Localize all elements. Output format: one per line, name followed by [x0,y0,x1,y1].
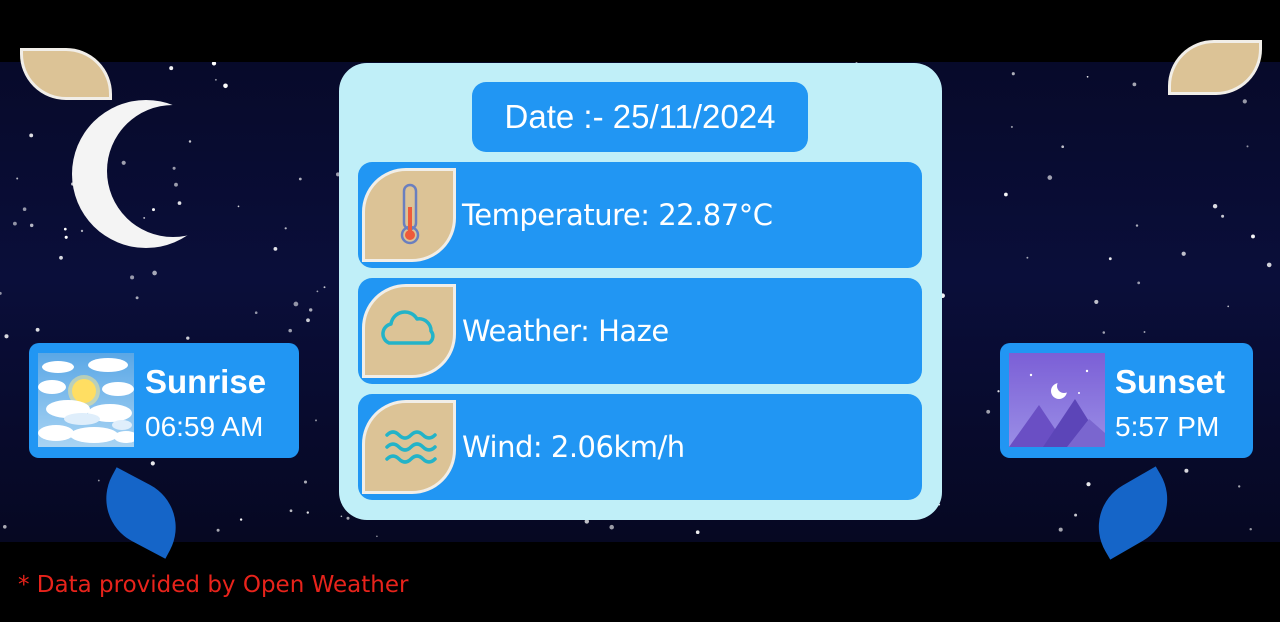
star [1011,72,1015,76]
sunrise-time: 06:59 AM [145,411,264,442]
star [1061,145,1065,149]
sunset-moon-icon [1009,353,1105,447]
waves-icon [362,400,456,494]
star [1074,513,1078,517]
star [1212,203,1218,209]
star [64,235,68,239]
star [340,515,343,518]
star [1238,485,1241,488]
star [216,528,220,532]
star [1184,468,1189,473]
star [1246,145,1249,148]
date-value: 25/11/2024 [612,98,776,135]
thermometer-icon [362,168,456,262]
star [29,223,34,228]
sunset-title: Sunset [1115,363,1226,400]
star [1251,234,1255,239]
star [1108,257,1112,261]
temperature-row: Temperature: 22.87°C [358,162,922,268]
star [3,525,7,529]
star [1132,82,1137,87]
sunrise-title: Sunrise [145,363,267,400]
sunset-card: Sunset 5:57 PM [1000,343,1253,458]
star [1242,99,1247,104]
star [150,461,155,466]
sunrise-sky-icon [38,353,134,447]
temperature-text: Temperature: 22.87°C [462,198,773,232]
star [323,286,326,289]
star [1010,125,1013,128]
star [211,62,217,66]
star [16,177,19,180]
star [1266,262,1272,268]
star [695,530,700,535]
date-badge: Date :- 25/11/2024 [472,82,808,152]
weather-screen: Sunrise 06:59 AM Sunset 5:57 PM Date:- … [0,0,1280,622]
star [29,133,34,138]
star [237,205,240,208]
star [1026,256,1029,259]
star [306,511,309,514]
star [35,327,40,332]
star [376,535,378,538]
star [0,291,2,295]
star [289,509,293,513]
star [186,336,190,340]
star [293,301,299,307]
star [986,409,991,414]
star [1086,482,1091,487]
star [214,78,217,81]
star [12,221,17,226]
star [288,328,292,333]
star [135,296,139,300]
star [1004,192,1008,197]
star [239,518,243,521]
star [4,334,9,339]
star [130,275,135,280]
star [284,227,287,230]
star [316,290,319,293]
crescent-moon-icon [72,100,190,248]
star [308,308,313,312]
star [346,516,350,520]
weather-panel: Date :- 25/11/2024 Temperature: 22.87°C … [339,63,942,520]
cloud-icon [362,284,456,378]
star [1137,281,1141,285]
star [1227,305,1230,308]
star [152,270,157,276]
star [1135,224,1139,227]
star [609,524,614,530]
sunset-time: 5:57 PM [1115,411,1220,442]
star [1047,175,1053,180]
star [1086,75,1089,78]
star [303,480,308,484]
star [1249,527,1252,531]
star [315,419,317,422]
star [223,83,228,89]
star [1058,527,1063,532]
star [59,255,63,260]
star [1143,331,1146,333]
star [298,177,302,181]
date-label: Date :- [504,98,604,135]
star [1221,214,1225,218]
weather-row: Weather: Haze [358,278,922,384]
star [1102,331,1106,334]
star [97,479,100,482]
weather-text: Weather: Haze [462,314,669,348]
star [273,247,278,251]
sunrise-card: Sunrise 06:59 AM [29,343,299,458]
star [1094,299,1099,304]
star [22,207,27,211]
data-source-footnote: * Data provided by Open Weather [18,572,409,598]
star [169,66,174,71]
wind-row: Wind: 2.06km/h [358,394,922,500]
wind-text: Wind: 2.06km/h [462,430,685,464]
star [1181,251,1186,256]
star [306,318,310,323]
star [254,311,258,314]
star [63,227,67,231]
